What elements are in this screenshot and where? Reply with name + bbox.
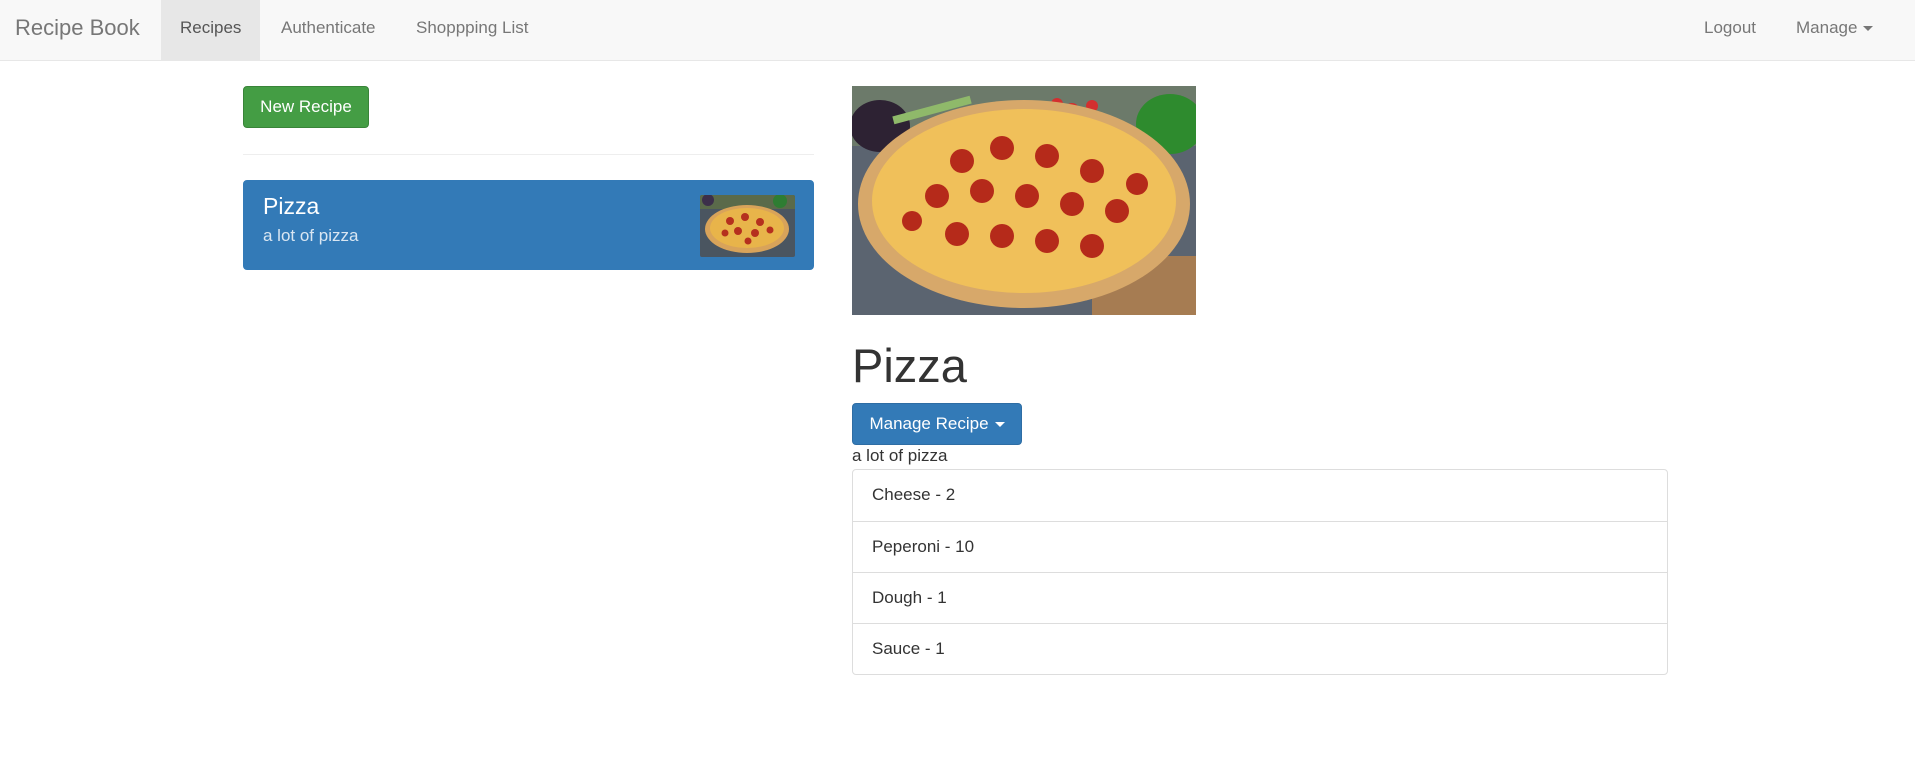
- ingredient-item[interactable]: Dough - 1: [853, 572, 1667, 623]
- nav-tab-recipes[interactable]: Recipes: [161, 0, 261, 60]
- recipe-thumbnail-image: [700, 195, 795, 257]
- nav-tab-shopping-list[interactable]: Shoppping List: [397, 0, 547, 60]
- recipe-list-item[interactable]: Pizza a lot of pizza: [243, 180, 814, 270]
- caret-down-icon: [994, 422, 1005, 428]
- ingredient-list: Cheese - 2 Peperoni - 10 Dough - 1 Sauce…: [852, 469, 1668, 675]
- nav-tab-authenticate[interactable]: Authenticate: [262, 0, 395, 60]
- manage-dropdown[interactable]: Manage: [1777, 0, 1892, 60]
- recipe-detail-image: [852, 86, 1196, 315]
- recipe-detail-description: a lot of pizza: [852, 446, 948, 465]
- logout-link[interactable]: Logout: [1685, 0, 1775, 60]
- recipe-item-name: Pizza: [263, 193, 320, 219]
- brand-link[interactable]: Recipe Book: [15, 0, 140, 60]
- divider: [243, 154, 814, 155]
- ingredient-item[interactable]: Cheese - 2: [853, 470, 1667, 521]
- manage-dropdown-label: Manage: [1796, 18, 1858, 37]
- ingredient-item[interactable]: Peperoni - 10: [853, 521, 1667, 572]
- ingredient-item[interactable]: Sauce - 1: [853, 623, 1667, 674]
- navbar: Recipe Book Recipes Authenticate Shopppi…: [0, 0, 1915, 61]
- caret-down-icon: [1863, 26, 1874, 32]
- manage-recipe-button[interactable]: Manage Recipe: [852, 403, 1022, 445]
- recipe-item-description: a lot of pizza: [263, 226, 359, 245]
- recipe-detail-title: Pizza: [852, 339, 967, 392]
- new-recipe-button[interactable]: New Recipe: [243, 86, 369, 128]
- manage-recipe-label: Manage Recipe: [869, 414, 989, 433]
